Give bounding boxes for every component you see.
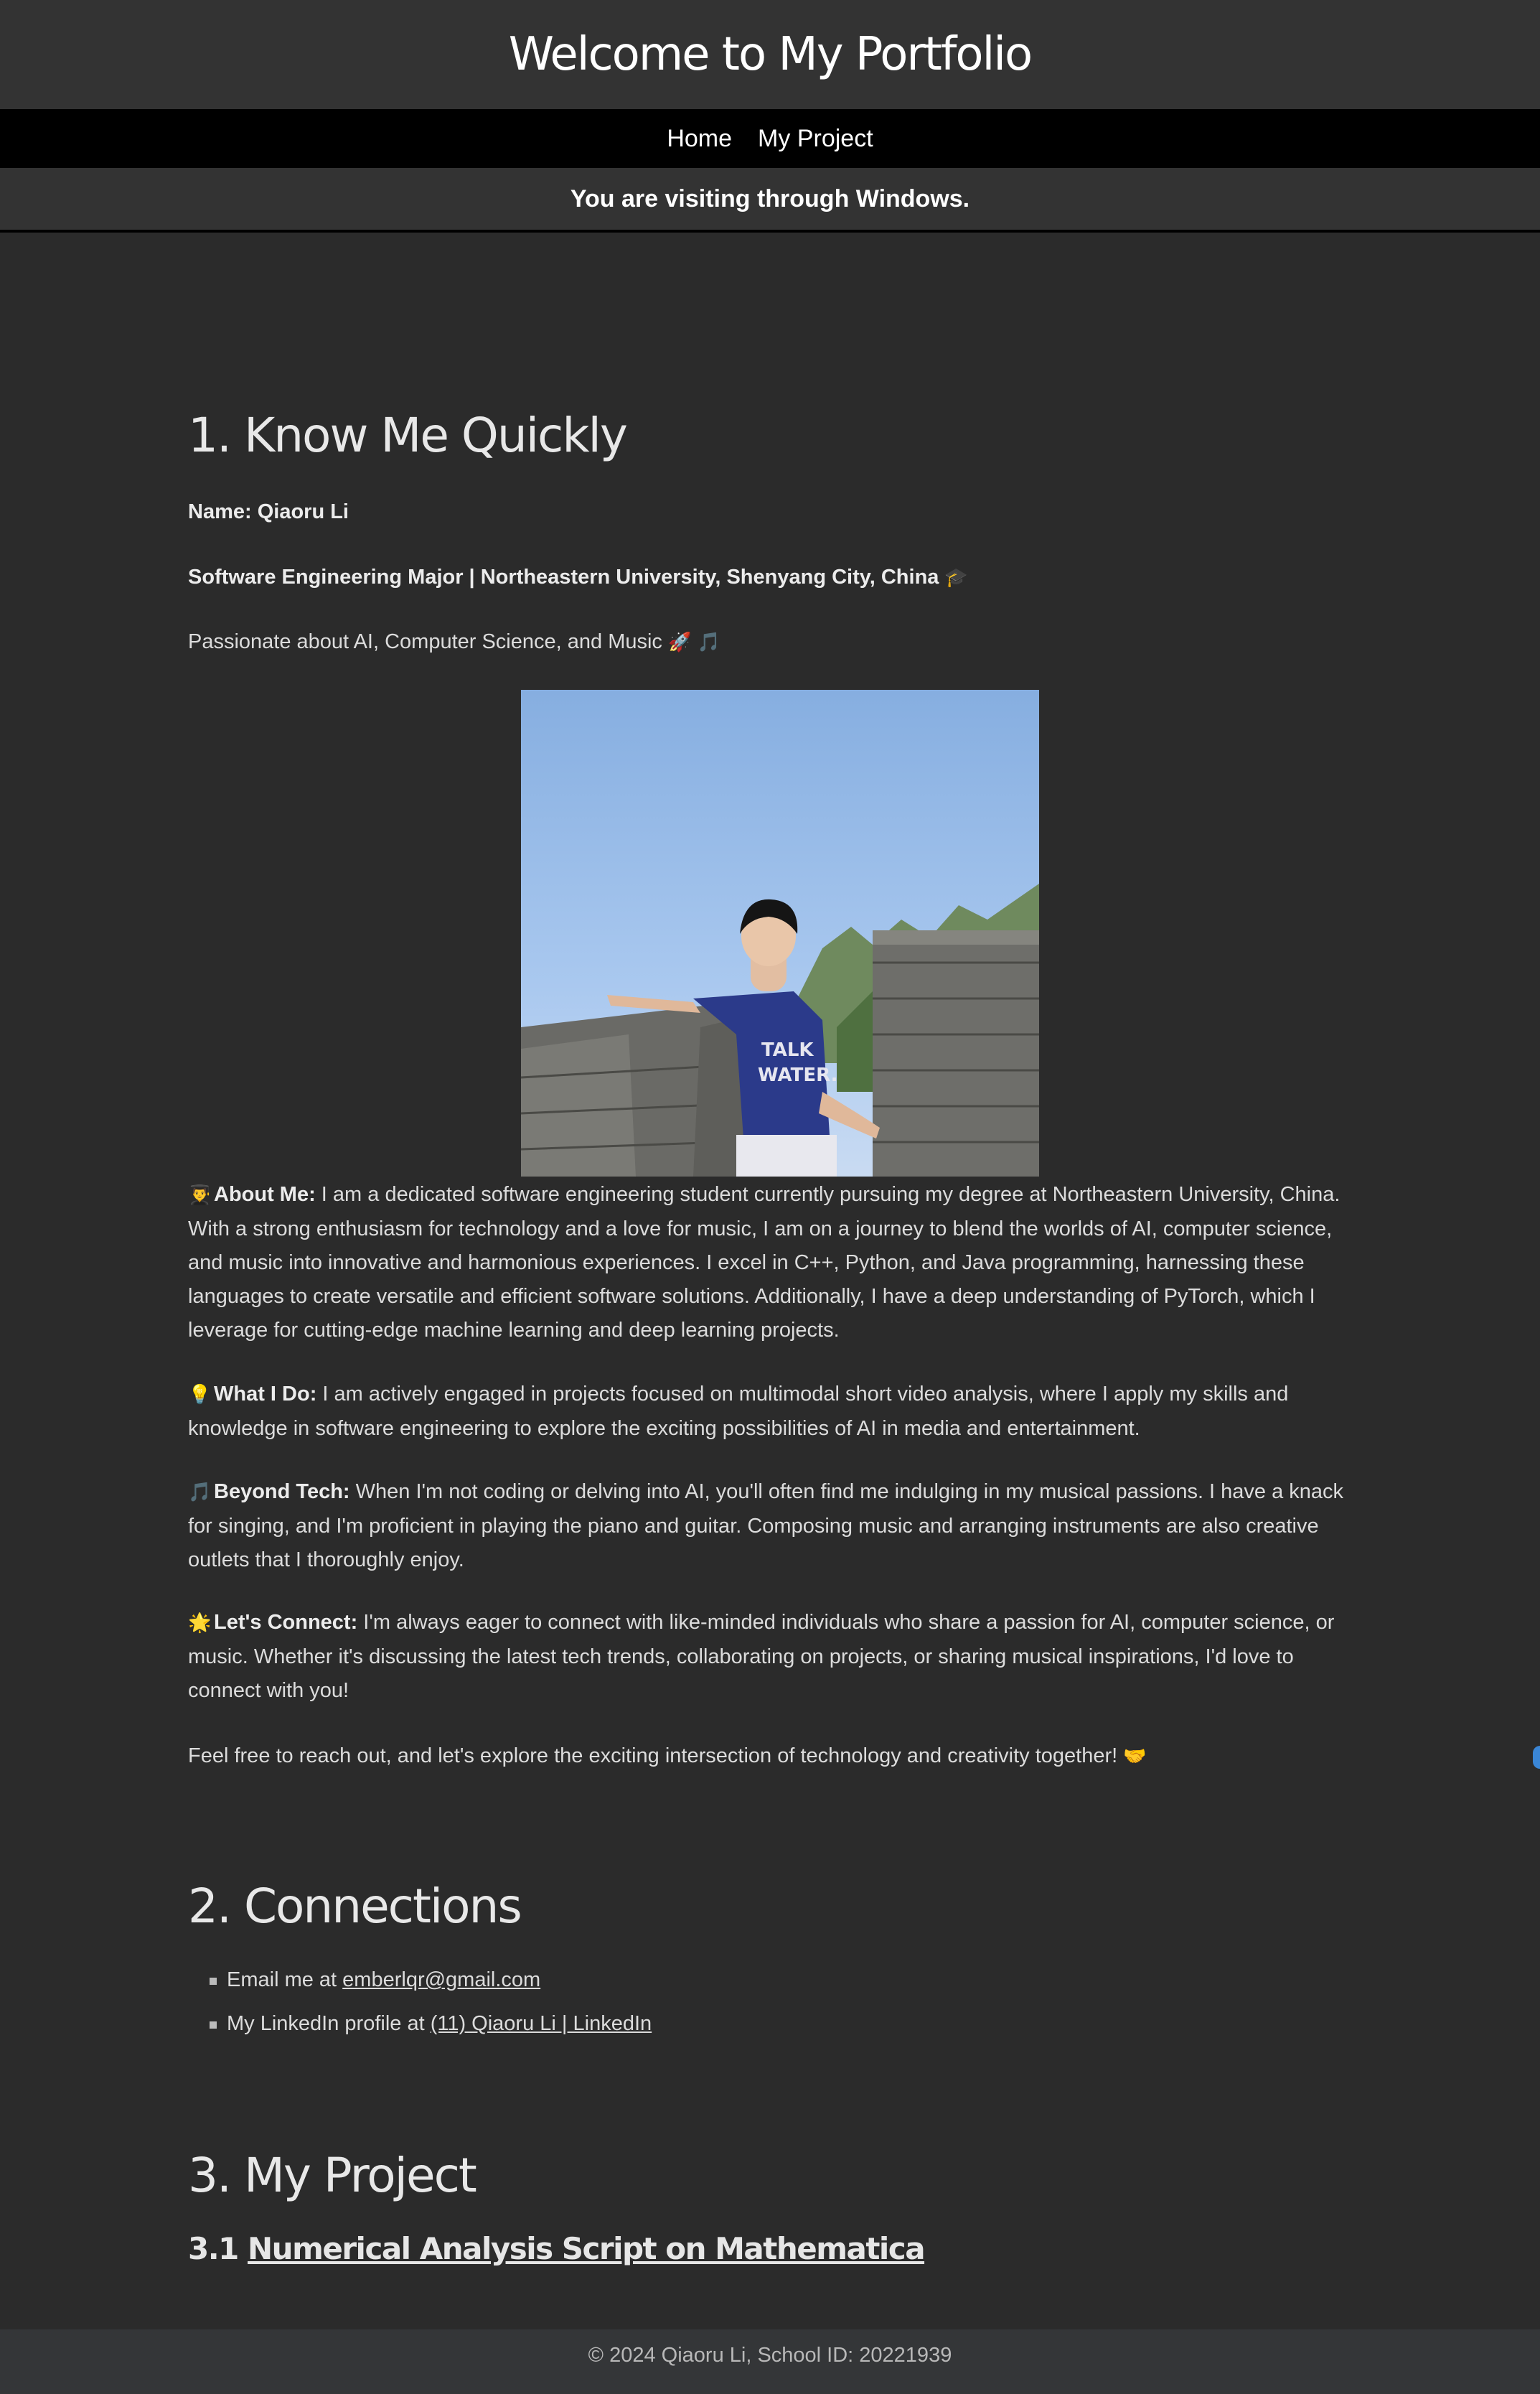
lets-connect-paragraph: 🌟 Let's Connect: I'm always eager to conn… bbox=[188, 1606, 1371, 1708]
site-header: Welcome to My Portfolio bbox=[0, 0, 1540, 109]
closing-text: Feel free to reach out, and let's explor… bbox=[188, 1744, 1118, 1767]
email-prefix: Email me at bbox=[227, 1968, 343, 1991]
lets-connect-label: Let's Connect: bbox=[214, 1611, 358, 1634]
beyond-tech-paragraph: 🎵 Beyond Tech: When I'm not coding or del… bbox=[188, 1475, 1371, 1577]
beyond-tech-text: When I'm not coding or delving into AI, … bbox=[188, 1480, 1344, 1571]
connection-linkedin: My LinkedIn profile at (11) Qiaoru Li | … bbox=[188, 2007, 652, 2051]
major-line: Software Engineering Major | Northeaster… bbox=[188, 561, 1371, 595]
what-i-do-label: What I Do: bbox=[214, 1383, 317, 1406]
passion-line-text: Passionate about AI, Computer Science, a… bbox=[188, 630, 662, 653]
visit-banner-text: You are visiting through Windows. bbox=[570, 184, 970, 212]
visit-banner: You are visiting through Windows. bbox=[0, 168, 1540, 233]
star-icon: 🌟 bbox=[188, 1612, 212, 1634]
project-item-heading: 3.1 Numerical Analysis Script on Mathema… bbox=[188, 2231, 926, 2266]
nav-link-home[interactable]: Home bbox=[667, 125, 732, 153]
nav-link-my-project[interactable]: My Project bbox=[758, 125, 873, 153]
project-item-number: 3.1 bbox=[188, 2231, 248, 2266]
music-note-icon: 🎵 bbox=[188, 1482, 212, 1503]
what-i-do-text: I am actively engaged in projects focuse… bbox=[188, 1383, 1289, 1440]
projects-heading: 3. My Project bbox=[188, 2148, 477, 2203]
lightbulb-icon: 💡 bbox=[188, 1384, 212, 1406]
site-title: Welcome to My Portfolio bbox=[508, 28, 1033, 81]
handshake-icon: 🤝 bbox=[1123, 1746, 1147, 1767]
connection-email: Email me at emberlqr@gmail.com bbox=[188, 1963, 652, 2007]
connections-heading: 2. Connections bbox=[188, 1879, 522, 1934]
graduation-cap-icon: 🎓 bbox=[944, 567, 968, 589]
site-footer: © 2024 Qiaoru Li, School ID: 20221939 bbox=[0, 2329, 1540, 2394]
closing-paragraph: Feel free to reach out, and let's explor… bbox=[188, 1739, 1371, 1774]
know-me-heading: 1. Know Me Quickly bbox=[188, 408, 628, 463]
nav-bar: Home My Project bbox=[0, 109, 1540, 168]
rocket-music-icon: 🚀 🎵 bbox=[667, 632, 720, 653]
major-line-text: Software Engineering Major | Northeaster… bbox=[188, 566, 939, 589]
name-line-text: Name: Qiaoru Li bbox=[188, 500, 349, 523]
name-line: Name: Qiaoru Li bbox=[188, 495, 1371, 529]
about-me-label: About Me: bbox=[214, 1183, 316, 1206]
connections-list: Email me at emberlqr@gmail.com My Linked… bbox=[188, 1963, 652, 2051]
beyond-tech-label: Beyond Tech: bbox=[214, 1480, 350, 1503]
linkedin-prefix: My LinkedIn profile at bbox=[227, 2012, 431, 2035]
footer-text: © 2024 Qiaoru Li, School ID: 20221939 bbox=[588, 2344, 952, 2367]
lets-connect-text: I'm always eager to connect with like-mi… bbox=[188, 1611, 1335, 1702]
profile-photo: TALK WATER. bbox=[521, 690, 1039, 1177]
what-i-do-paragraph: 💡 What I Do: I am actively engaged in pro… bbox=[188, 1378, 1371, 1446]
svg-text:WATER.: WATER. bbox=[758, 1065, 838, 1086]
student-icon: 👨‍🎓 bbox=[188, 1184, 212, 1206]
email-link[interactable]: emberlqr@gmail.com bbox=[342, 1968, 540, 1991]
project-item-link[interactable]: Numerical Analysis Script on Mathematica bbox=[248, 2231, 926, 2266]
about-me-paragraph: 👨‍🎓 About Me: I am a dedicated software e… bbox=[188, 1178, 1371, 1347]
scroll-to-top-button[interactable] bbox=[1533, 1746, 1540, 1769]
svg-text:TALK: TALK bbox=[761, 1039, 814, 1061]
about-me-text: I am a dedicated software engineering st… bbox=[188, 1183, 1341, 1342]
passion-line: Passionate about AI, Computer Science, a… bbox=[188, 625, 1371, 660]
linkedin-link[interactable]: (11) Qiaoru Li | LinkedIn bbox=[431, 2012, 652, 2035]
